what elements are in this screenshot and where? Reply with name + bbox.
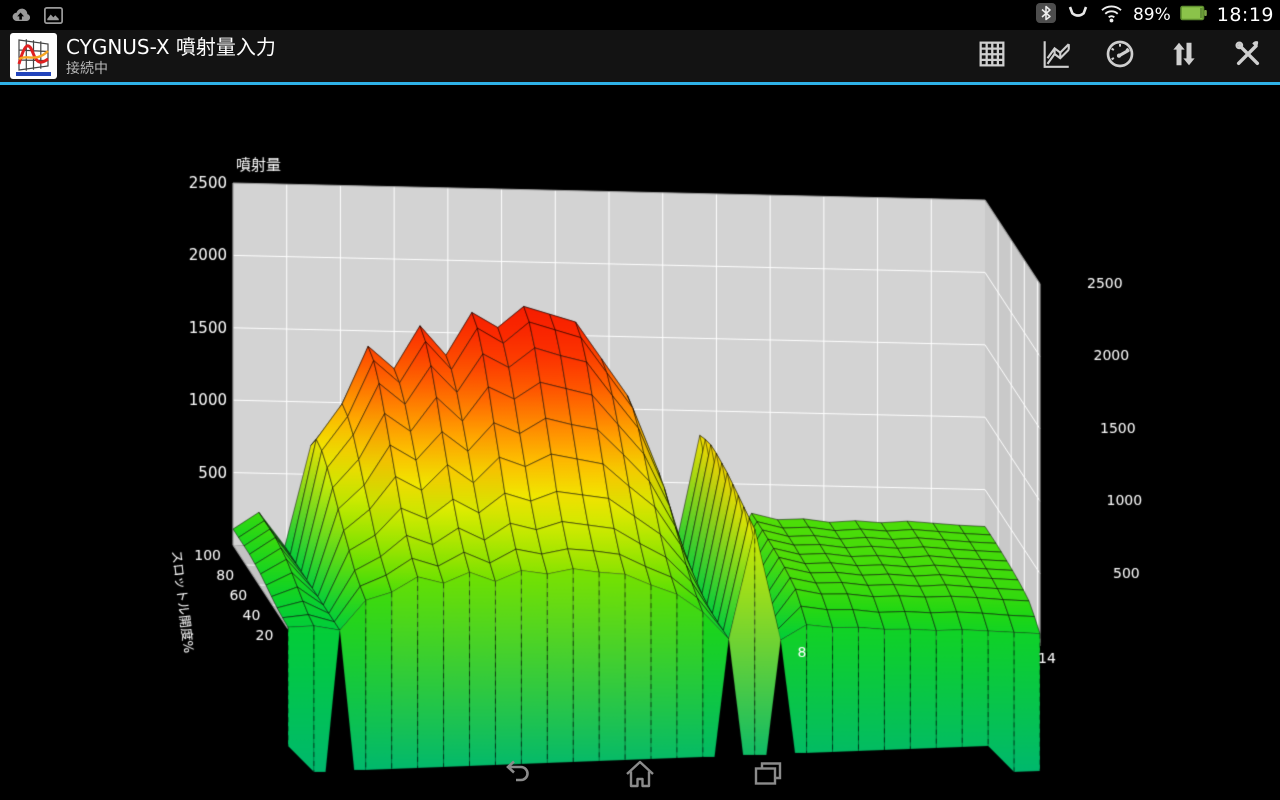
app-bar: CYGNUS-X 噴射量入力 接続中 — [0, 30, 1280, 85]
battery-percent: 89% — [1132, 5, 1171, 25]
home-button[interactable] — [618, 758, 662, 794]
up-down-arrows-icon — [1169, 39, 1199, 73]
page-title: CYGNUS-X 噴射量入力 — [66, 35, 276, 59]
clock: 18:19 — [1216, 4, 1274, 26]
wifi-icon — [1099, 2, 1124, 28]
screen: 89% 18:19 CYGNUS-X 噴射量入力 接続中 — [0, 0, 1280, 800]
gauge-view-button[interactable] — [1088, 30, 1152, 82]
recents-button[interactable] — [746, 758, 790, 794]
bluetooth-icon — [1035, 2, 1057, 28]
surface-chart-view-button[interactable] — [1024, 30, 1088, 82]
table-view-button[interactable] — [960, 30, 1024, 82]
transfer-data-button[interactable] — [1152, 30, 1216, 82]
app-logo-icon[interactable] — [10, 33, 57, 79]
recents-icon — [752, 759, 784, 793]
cloud-upload-icon — [8, 3, 32, 31]
app-titles: CYGNUS-X 噴射量入力 接続中 — [66, 34, 276, 78]
home-icon — [624, 759, 656, 793]
back-button[interactable] — [493, 758, 537, 794]
connected-device-icon — [1066, 2, 1090, 28]
back-icon — [498, 759, 532, 793]
action-bar-buttons — [960, 30, 1280, 82]
battery-icon — [1179, 4, 1208, 26]
navigation-bar — [0, 752, 1280, 800]
tools-icon — [1232, 38, 1264, 74]
settings-tools-button[interactable] — [1216, 30, 1280, 82]
status-notification-icons — [8, 3, 65, 31]
grid-icon — [976, 38, 1008, 74]
status-system-icons: 89% 18:19 — [1035, 0, 1274, 30]
surface-chart-icon — [1039, 37, 1073, 75]
connection-status: 接続中 — [66, 61, 108, 77]
gallery-icon — [42, 4, 65, 31]
gauge-icon — [1104, 38, 1136, 74]
status-bar: 89% 18:19 — [0, 0, 1280, 30]
injection-map-3d-chart[interactable] — [0, 0, 1280, 800]
